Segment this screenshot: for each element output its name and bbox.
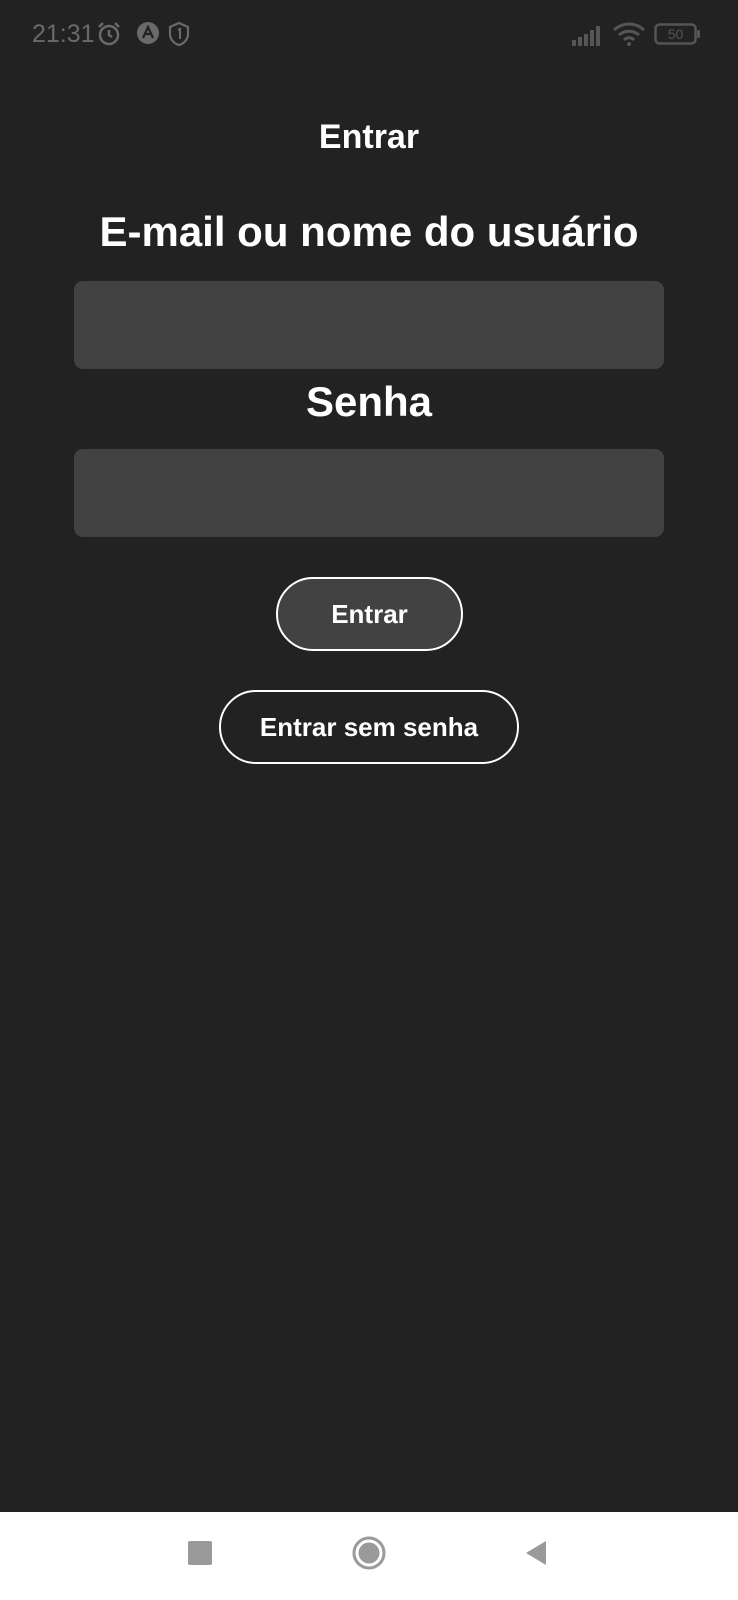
system-nav-bar	[0, 1512, 738, 1600]
password-field[interactable]	[74, 449, 664, 537]
login-button[interactable]: Entrar	[276, 577, 463, 651]
email-field[interactable]	[74, 281, 664, 369]
signal-icon	[572, 24, 604, 51]
status-time: 21:31	[32, 20, 95, 48]
email-label: E-mail ou nome do usuário	[99, 208, 639, 255]
battery-icon: 50	[654, 22, 702, 51]
login-screen: 21:31 50 Entrar E-mail ou nome do usuári…	[0, 0, 738, 1600]
back-icon[interactable]	[524, 1540, 548, 1571]
recents-icon[interactable]	[188, 1541, 212, 1565]
home-icon[interactable]	[352, 1536, 386, 1575]
battery-level: 50	[668, 26, 684, 42]
wifi-icon	[612, 22, 646, 51]
page-title: Entrar	[318, 118, 420, 156]
app-notification-icon	[136, 21, 160, 50]
passwordless-login-button[interactable]: Entrar sem senha	[219, 690, 519, 764]
status-bar: 21:31 50	[0, 0, 738, 70]
alarm-icon	[96, 21, 122, 52]
password-label: Senha	[305, 378, 433, 425]
shield-icon	[168, 21, 190, 52]
